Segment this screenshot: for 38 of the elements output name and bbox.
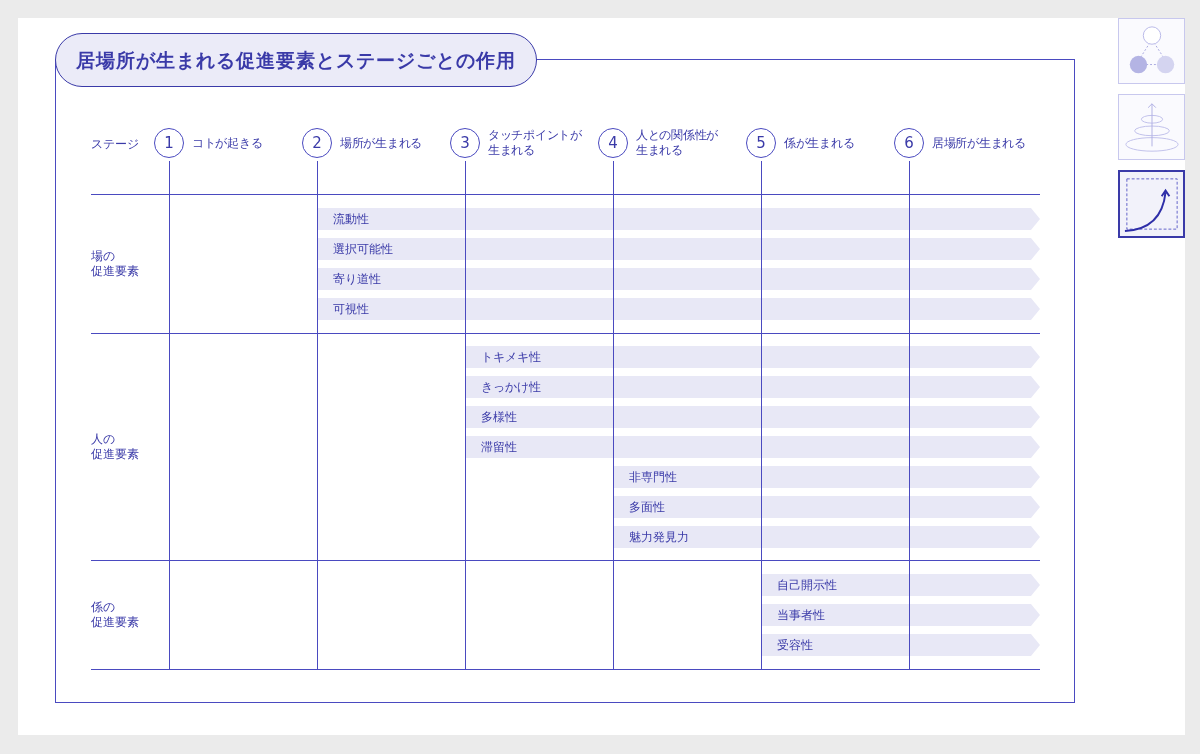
factor-bar: 魅力発見力 bbox=[613, 526, 1040, 548]
diagram-title: 居場所が生まれる促進要素とステージごとの作用 bbox=[55, 33, 537, 87]
factor-bar: 流動性 bbox=[317, 208, 1040, 230]
group-label: 場の bbox=[91, 249, 115, 264]
growth-curve-icon bbox=[1122, 175, 1181, 233]
group-label: 促進要素 bbox=[91, 615, 139, 630]
stage-number: 3 bbox=[450, 128, 480, 158]
stage-label: 係が生まれる bbox=[784, 135, 855, 151]
stage-number: 1 bbox=[154, 128, 184, 158]
factor-bar: トキメキ性 bbox=[465, 346, 1040, 368]
factor-bar: きっかけ性 bbox=[465, 376, 1040, 398]
stage-label: 居場所が生まれる bbox=[932, 135, 1026, 151]
factor-bar: 多様性 bbox=[465, 406, 1040, 428]
factor-bar: 自己開示性 bbox=[761, 574, 1040, 596]
stage-number: 2 bbox=[302, 128, 332, 158]
factor-bar: 非専門性 bbox=[613, 466, 1040, 488]
stage-label: 人との関係性が bbox=[636, 128, 718, 143]
factor-bar: 受容性 bbox=[761, 634, 1040, 656]
stage-heading: ステージ bbox=[91, 136, 140, 153]
stage-number: 5 bbox=[746, 128, 776, 158]
stage-label: 場所が生まれる bbox=[340, 135, 422, 151]
group-label: 人の bbox=[91, 432, 115, 447]
stage-number: 4 bbox=[598, 128, 628, 158]
group-label: 促進要素 bbox=[91, 447, 139, 462]
stage-label: 生まれる bbox=[636, 143, 683, 158]
factor-bar: 可視性 bbox=[317, 298, 1040, 320]
group-label: 促進要素 bbox=[91, 264, 139, 279]
factor-bar: 選択可能性 bbox=[317, 238, 1040, 260]
group-label: 係の bbox=[91, 600, 115, 615]
stage-label: タッチポイントが bbox=[488, 128, 582, 143]
stage-number: 6 bbox=[894, 128, 924, 158]
stage-label: 生まれる bbox=[488, 143, 535, 158]
factor-bar: 寄り道性 bbox=[317, 268, 1040, 290]
factor-bar: 滞留性 bbox=[465, 436, 1040, 458]
thumbnail-button[interactable] bbox=[1118, 170, 1185, 238]
factor-bar: 多面性 bbox=[613, 496, 1040, 518]
factor-bar: 当事者性 bbox=[761, 604, 1040, 626]
stage-label: コトが起きる bbox=[192, 135, 263, 151]
